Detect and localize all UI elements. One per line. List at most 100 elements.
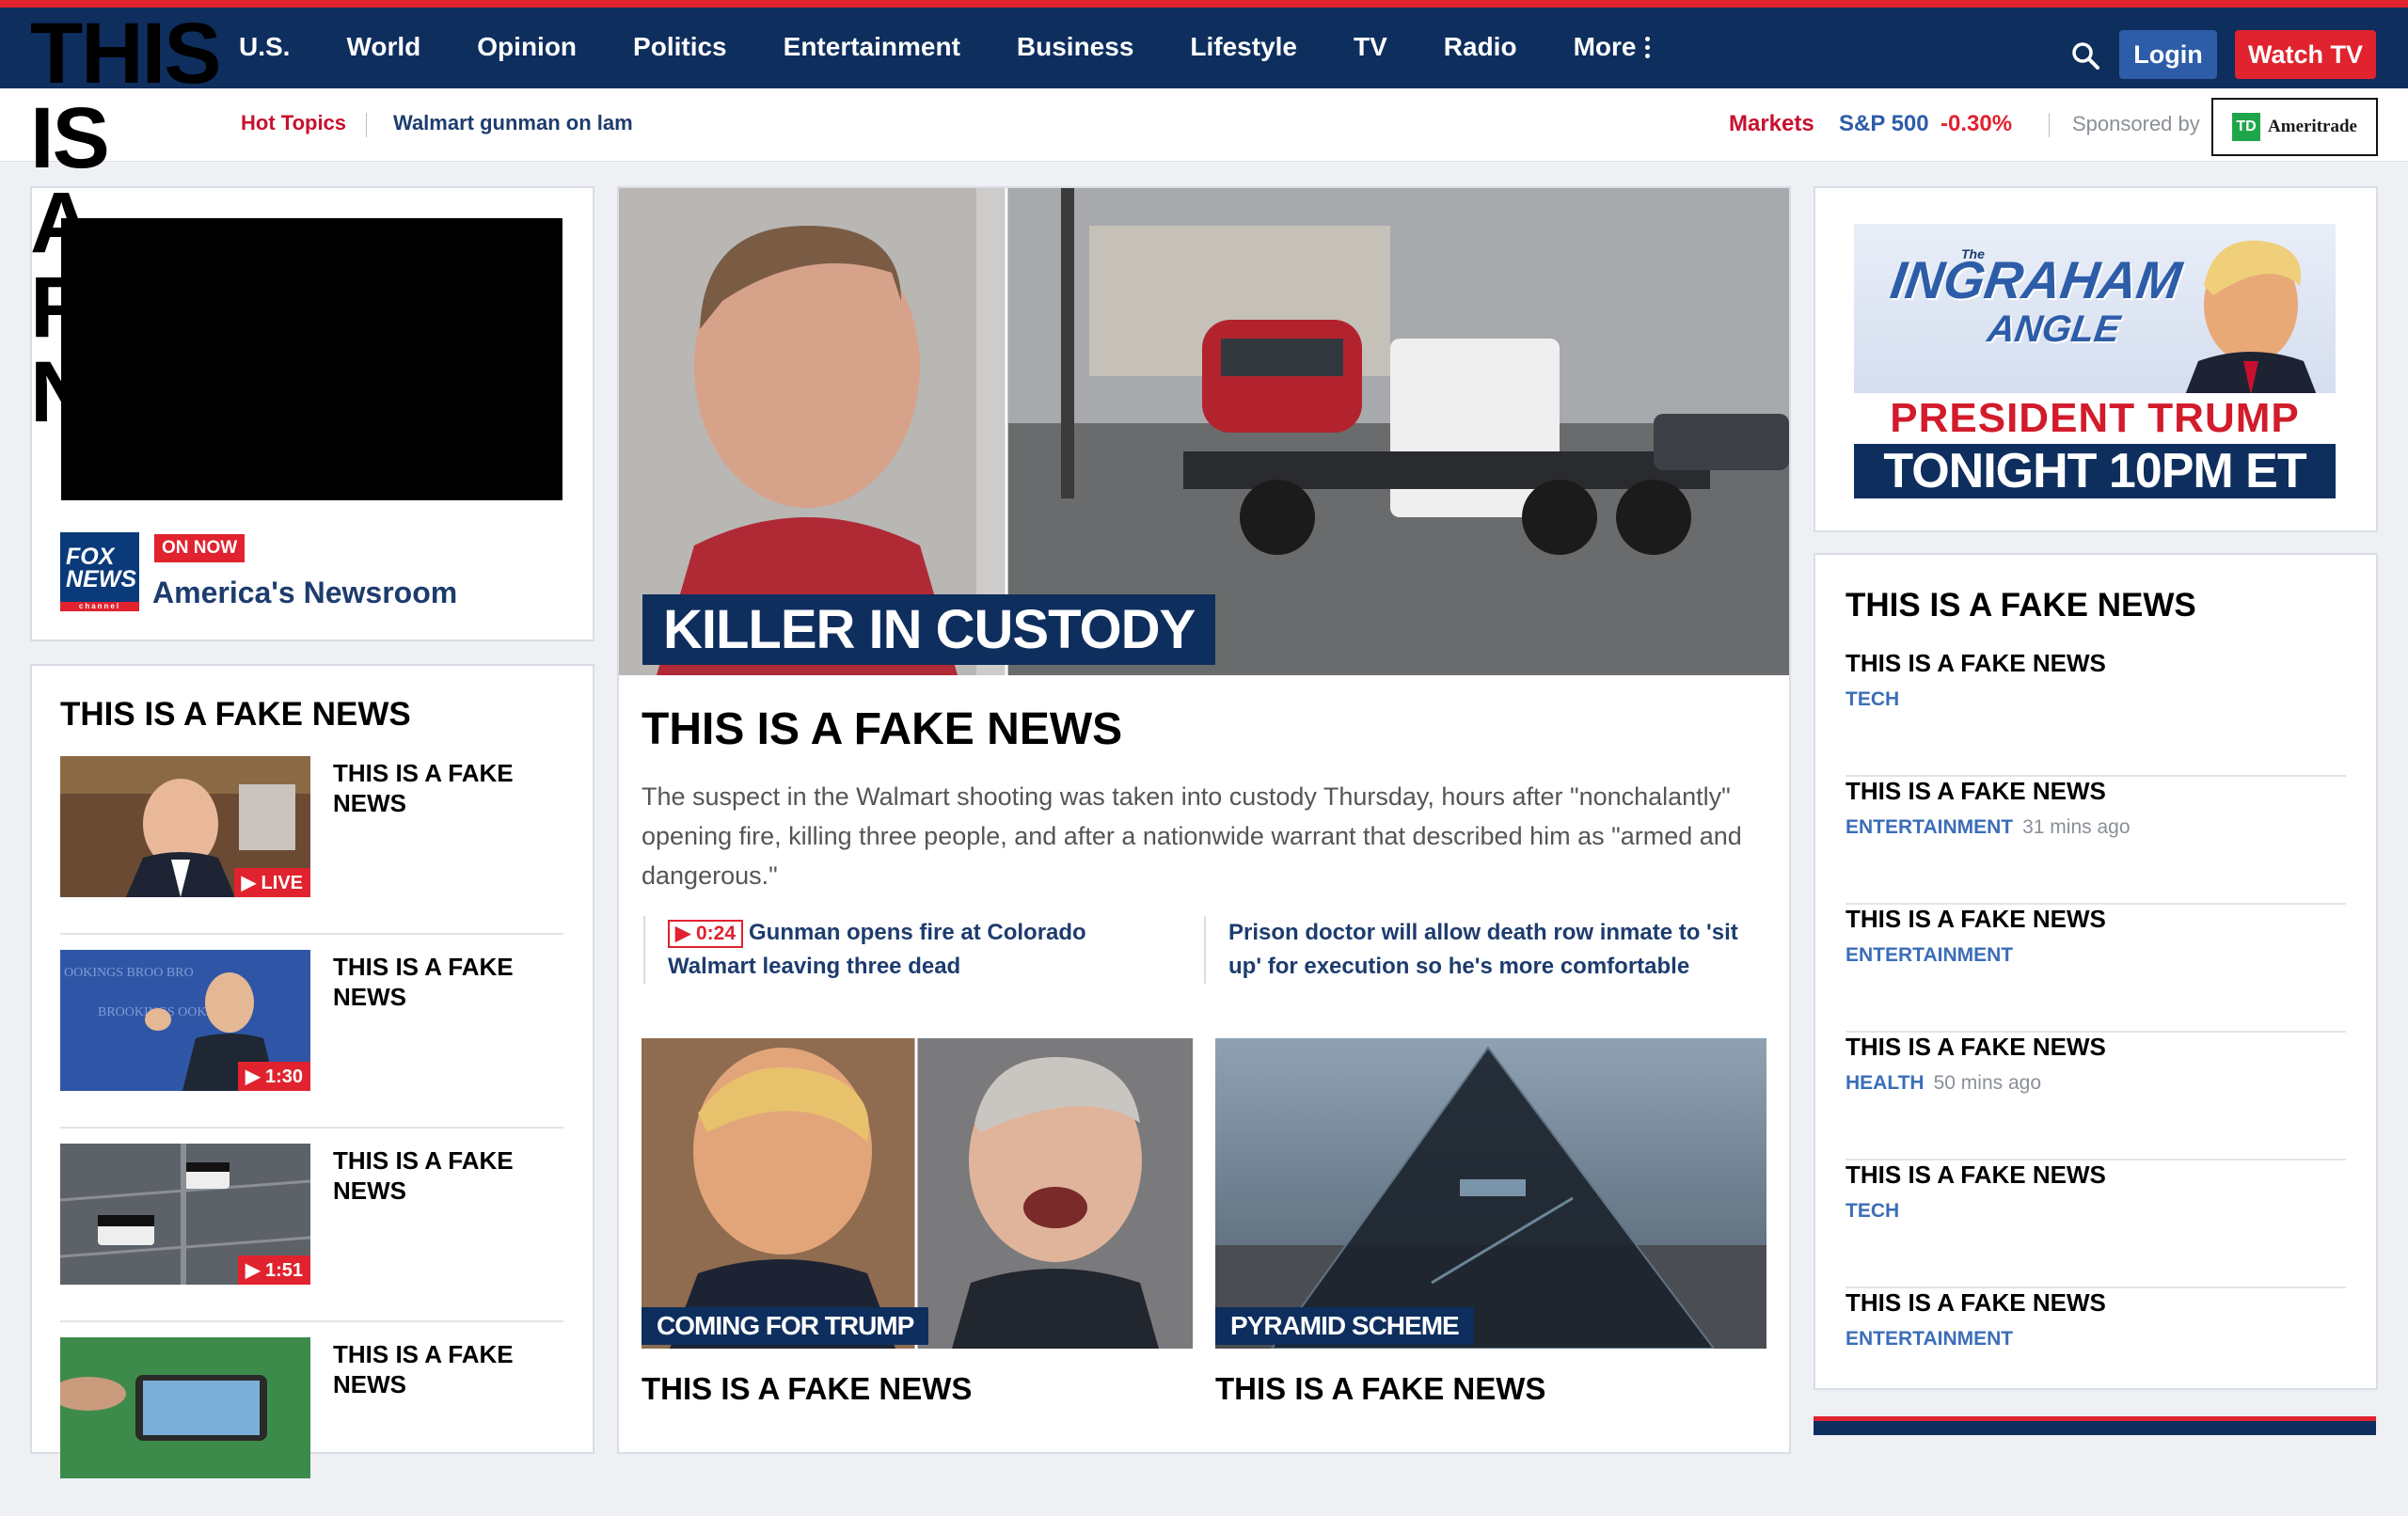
news-list-title[interactable]: THIS IS A FAKE NEWS [1846,649,2106,678]
markets-link[interactable]: Markets [1729,111,1814,137]
nav-item-business[interactable]: Business [1017,28,1134,66]
overlay-line: NEWS [30,344,284,440]
news-category[interactable]: ENTERTAINMENT [1846,1328,2013,1350]
video-title[interactable]: THIS IS A FAKE NEWS [333,1339,540,1399]
nav-item-lifestyle[interactable]: Lifestyle [1190,28,1297,66]
news-list-title[interactable]: THIS IS A FAKE NEWS [1846,1161,2106,1190]
news-list-meta: ENTERTAINMENT [1846,1328,2022,1350]
news-list-item[interactable]: THIS IS A FAKE NEWS TECH [1846,649,2346,777]
sponsored-by-label: Sponsored by [2072,112,2200,135]
news-time: 50 mins ago [1933,1072,2042,1094]
on-now-badge: ON NOW [154,534,246,562]
logo-text: channel [60,602,139,611]
video-title[interactable]: THIS IS A FAKE NEWS [333,1145,540,1206]
news-category[interactable]: ENTERTAINMENT [1846,816,2013,838]
news-category[interactable]: ENTERTAINMENT [1846,944,2013,966]
news-list-title[interactable]: THIS IS A FAKE NEWS [1846,777,2106,806]
market-index-name[interactable]: S&P 500 [1839,111,1929,137]
story-card-title[interactable]: THIS IS A FAKE NEWS [642,1371,972,1407]
nav-item-more[interactable]: More [1574,28,1651,66]
news-list-item[interactable]: THIS IS A FAKE NEWS ENTERTAINMENT [1846,905,2346,1033]
overlay-title: THIS IS A F NEWS [30,6,284,440]
nav-item-politics[interactable]: Politics [633,28,727,66]
story-card-caption: PYRAMID SCHEME [1215,1307,1474,1345]
news-list-item[interactable]: THIS IS A FAKE NEWS HEALTH 50 mins ago [1846,1033,2346,1161]
video-list-item[interactable]: ▶ 1:51 THIS IS A FAKE NEWS [60,1144,563,1322]
related-link[interactable]: ▶ 0:24 Gunman opens fire at Colorado Walm… [643,916,1180,984]
video-thumbnail[interactable] [60,1337,310,1478]
overlay-line: A [30,175,92,271]
main-nav: U.S. World Opinion Politics Entertainmen… [239,28,1706,66]
logo-text: NEWS [66,566,136,592]
news-list-item[interactable]: THIS IS A FAKE NEWS TECH [1846,1161,2346,1288]
story-card-image[interactable] [1215,1038,1766,1349]
news-list-title[interactable]: THIS IS A FAKE NEWS [1846,905,2106,934]
sub-bar: Hot Topics Walmart gunman on lam Markets… [0,88,2408,162]
video-list-item[interactable]: THIS IS A FAKE NEWS [60,1337,563,1516]
ad-portrait [2185,240,2317,395]
news-category[interactable]: TECH [1846,1200,1899,1222]
sponsor-name: Ameritrade [2268,117,2357,136]
ad-line-1: PRESIDENT TRUMP [1854,393,2336,444]
hot-topic-link[interactable]: Walmart gunman on lam [393,111,633,135]
news-list-title[interactable]: THIS IS A FAKE NEWS [1846,1033,2106,1062]
ingraham-angle-ad[interactable]: The INGRAHAM ANGLE PRESIDENT TRUMP TONIG… [1854,224,2336,498]
logo-text: FOX [66,544,115,570]
nav-item-opinion[interactable]: Opinion [477,28,577,66]
watch-tv-button[interactable]: Watch TV [2235,30,2376,79]
next-panel-edge [1814,1416,2376,1435]
video-list-item[interactable]: ▶ LIVE THIS IS A FAKE NEWS [60,756,563,935]
video-section-heading: THIS IS A FAKE NEWS [60,696,411,733]
hero-headline[interactable]: THIS IS A FAKE NEWS [642,703,1122,755]
nav-item-entertainment[interactable]: Entertainment [784,28,960,66]
fox-news-logo[interactable]: FOX NEWS channel [60,532,139,611]
video-title[interactable]: THIS IS A FAKE NEWS [333,758,540,818]
story-card-image[interactable] [642,1038,1193,1349]
nav-item-world[interactable]: World [346,28,420,66]
video-badge: ▶ 1:30 [238,1062,310,1091]
news-list-title[interactable]: THIS IS A FAKE NEWS [1846,1288,2106,1318]
video-thumbnail[interactable]: ▶ 1:51 [60,1144,310,1285]
news-time: 31 mins ago [2022,816,2131,838]
kebab-icon [1645,36,1651,58]
ad-logo-text: INGRAHAM [1887,250,2186,309]
top-nav-bar: U.S. World Opinion Politics Entertainmen… [0,0,2408,88]
story-card-title[interactable]: THIS IS A FAKE NEWS [1215,1371,1545,1407]
video-list-item[interactable]: OOKINGS BROO BRO BROOKINGS OOKINGS ▶ 1:3… [60,950,563,1129]
overlay-line: IS [30,90,110,186]
divider [2049,113,2050,137]
related-link-text: Prison doctor will allow death row inmat… [1228,920,1738,979]
search-icon[interactable] [2071,41,2099,70]
svg-text:OOKINGS BROO BRO: OOKINGS BROO BRO [64,966,194,980]
news-list-meta: ENTERTAINMENT 31 mins ago [1846,816,2131,839]
sponsor-logo[interactable]: TD Ameritrade [2211,98,2378,156]
story-card-caption: COMING FOR TRUMP [642,1307,929,1345]
news-category[interactable]: TECH [1846,688,1899,710]
nav-item-tv[interactable]: TV [1354,28,1387,66]
nav-item-radio[interactable]: Radio [1444,28,1517,66]
video-thumbnail[interactable]: OOKINGS BROO BRO BROOKINGS OOKINGS ▶ 1:3… [60,950,310,1091]
news-list-meta: ENTERTAINMENT [1846,944,2022,967]
latest-section-heading: THIS IS A FAKE NEWS [1846,587,2196,624]
video-badge: ▶ LIVE [233,868,310,897]
td-logo-mark: TD [2232,113,2261,141]
overlay-line: THIS [30,6,222,102]
video-title[interactable]: THIS IS A FAKE NEWS [333,952,540,1012]
news-category[interactable]: HEALTH [1846,1072,1925,1094]
hero-summary: The suspect in the Walmart shooting was … [642,782,1742,890]
overlay-line: F [30,260,83,355]
related-link[interactable]: Prison doctor will allow death row inmat… [1204,916,1768,984]
video-badge: ▶ 1:51 [238,1255,310,1285]
news-list-meta: TECH [1846,688,1909,711]
login-button[interactable]: Login [2119,30,2217,79]
news-list-meta: HEALTH 50 mins ago [1846,1072,2041,1095]
ad-logo: INGRAHAM ANGLE [1881,250,2186,354]
ad-logo-text: ANGLE [1985,308,2123,350]
news-list-meta: TECH [1846,1200,1909,1223]
video-thumbnail[interactable]: ▶ LIVE [60,756,310,897]
news-list-item[interactable]: THIS IS A FAKE NEWS ENTERTAINMENT 31 mins… [1846,777,2346,905]
show-name-link[interactable]: America's Newsroom [152,576,457,610]
ad-line-2: TONIGHT 10PM ET [1854,444,2336,498]
news-list-item[interactable]: THIS IS A FAKE NEWS ENTERTAINMENT [1846,1288,2346,1416]
divider [366,113,367,137]
